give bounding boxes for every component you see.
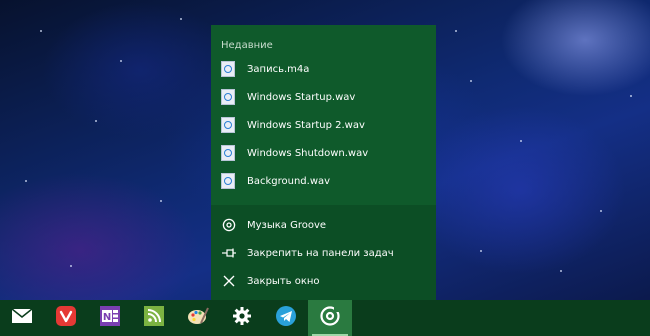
- pin-icon: [221, 245, 237, 261]
- audio-file-icon: [221, 89, 235, 105]
- recent-list: Запись.m4a Windows Startup.wav Windows S…: [211, 55, 436, 195]
- pin-to-taskbar-item[interactable]: Закрепить на панели задач: [211, 239, 436, 267]
- taskbar-app-vivaldi[interactable]: [44, 300, 88, 336]
- recent-item-4[interactable]: Windows Shutdown.wav: [211, 139, 436, 167]
- task-label: Закрыть окно: [247, 275, 320, 287]
- taskbar-app-settings[interactable]: [220, 300, 264, 336]
- taskbar-app-telegram[interactable]: [264, 300, 308, 336]
- recent-item-label: Запись.m4a: [247, 63, 310, 75]
- task-label: Музыка Groove: [247, 219, 327, 231]
- close-window-item[interactable]: Закрыть окно: [211, 267, 436, 295]
- recent-item-label: Windows Startup 2.wav: [247, 119, 365, 131]
- recent-item-2[interactable]: Windows Startup.wav: [211, 83, 436, 111]
- recent-item-label: Windows Startup.wav: [247, 91, 356, 103]
- audio-file-icon: [221, 173, 235, 189]
- svg-text:N: N: [103, 312, 111, 323]
- settings-gear-icon: [232, 306, 252, 330]
- open-groove-music-item[interactable]: Музыка Groove: [211, 211, 436, 239]
- onenote-icon: N: [99, 305, 121, 331]
- rss-reader-icon: [143, 305, 165, 331]
- recent-item-label: Windows Shutdown.wav: [247, 147, 369, 159]
- telegram-icon: [275, 305, 297, 331]
- close-icon: [221, 273, 237, 289]
- jump-list-menu: Недавние Запись.m4a Windows Startup.wav …: [211, 25, 436, 300]
- taskbar-app-onenote[interactable]: N: [88, 300, 132, 336]
- groove-music-icon: [319, 305, 341, 331]
- recent-item-label: Background.wav: [247, 175, 331, 187]
- recent-item-5[interactable]: Background.wav: [211, 167, 436, 195]
- taskbar-app-rss[interactable]: [132, 300, 176, 336]
- audio-file-icon: [221, 117, 235, 133]
- vivaldi-icon: [55, 305, 77, 331]
- recent-item-1[interactable]: Запись.m4a: [211, 55, 436, 83]
- mail-icon: [11, 308, 33, 328]
- taskbar-app-groove-music[interactable]: [308, 300, 352, 336]
- task-label: Закрепить на панели задач: [247, 247, 394, 259]
- taskbar-app-paint[interactable]: [176, 300, 220, 336]
- recent-item-3[interactable]: Windows Startup 2.wav: [211, 111, 436, 139]
- taskbar-app-mail[interactable]: [0, 300, 44, 336]
- taskbar: N: [0, 300, 650, 336]
- audio-file-icon: [221, 145, 235, 161]
- recent-section-title: Недавние: [221, 40, 273, 51]
- task-list: Музыка Groove Закрепить на панели задач …: [211, 211, 436, 295]
- paint-icon: [187, 305, 209, 331]
- audio-file-icon: [221, 61, 235, 77]
- groove-music-icon: [221, 217, 237, 233]
